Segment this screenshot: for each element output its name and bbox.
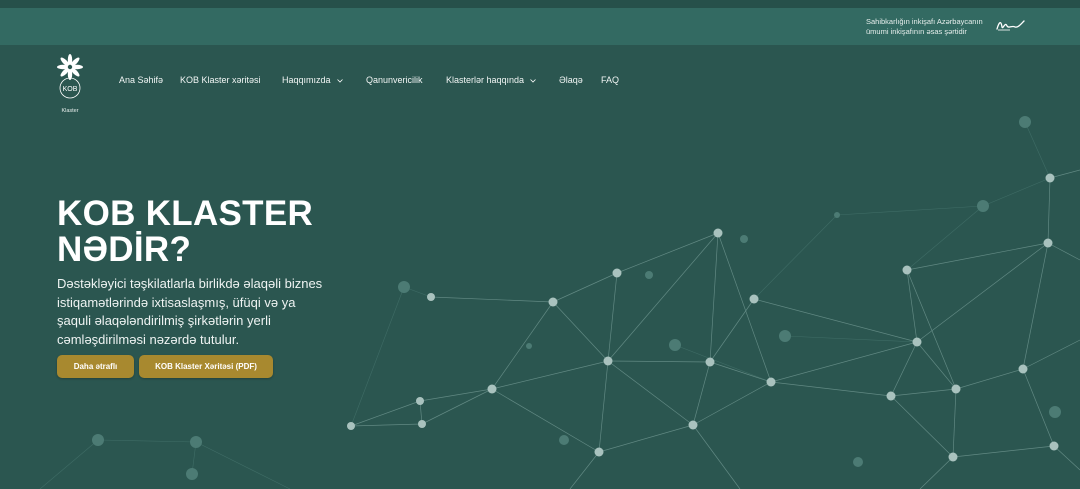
logo-text: KOB	[63, 86, 78, 93]
slogan-line-2: ümumi inkişafının əsas şərtidir	[866, 27, 967, 36]
hero-title-line-2: NƏDİR?	[57, 230, 192, 269]
hero-title: KOB KLASTER NƏDİR?	[57, 196, 377, 268]
nav-item-home[interactable]: Ana Səhifə	[119, 75, 163, 85]
nav-label: KOB Klaster xəritəsi	[180, 75, 261, 85]
nav-item-legislation[interactable]: Qanunvericilik	[366, 75, 423, 85]
chevron-down-icon	[530, 78, 536, 83]
nav-item-contact[interactable]: Əlaqə	[559, 75, 583, 85]
top-bar: Sahibkarlığın inkişafı Azərbaycanın ümum…	[0, 8, 1080, 45]
nav-item-about-clusters[interactable]: Klasterlər haqqında	[446, 75, 536, 85]
chevron-down-icon	[336, 78, 343, 83]
nav-label: Qanunvericilik	[366, 75, 423, 85]
hero-title-line-1: KOB KLASTER	[57, 194, 314, 233]
nav-label: Ana Səhifə	[119, 75, 164, 85]
nav-item-faq[interactable]: FAQ	[601, 75, 619, 85]
flower-icon: KOB	[57, 54, 83, 99]
nav-label: FAQ	[601, 75, 620, 85]
hero-description: Dəstəkləyici təşkilatlarla birlikdə əlaq…	[57, 276, 323, 347]
slogan: Sahibkarlığın inkişafı Azərbaycanın ümum…	[866, 17, 996, 37]
more-info-button-label: Daha ətraflı	[73, 362, 118, 371]
more-info-button[interactable]: Daha ətraflı	[57, 355, 134, 378]
nav-item-about[interactable]: Haqqımızda	[282, 75, 343, 85]
slogan-line-1: Sahibkarlığın inkişafı Azərbaycanın	[866, 17, 983, 26]
nav-label: Klasterlər haqqında	[446, 75, 525, 85]
signature-icon	[996, 20, 1025, 31]
nav-label: Əlaqə	[559, 75, 583, 85]
nav-label: Haqqımızda	[282, 75, 331, 85]
cluster-map-pdf-button-label: KOB Klaster Xəritəsi (PDF)	[155, 362, 257, 371]
top-strip	[0, 0, 1080, 8]
cluster-map-pdf-button[interactable]: KOB Klaster Xəritəsi (PDF)	[139, 355, 273, 378]
nav-item-cluster-map[interactable]: KOB Klaster xəritəsi	[180, 75, 261, 85]
